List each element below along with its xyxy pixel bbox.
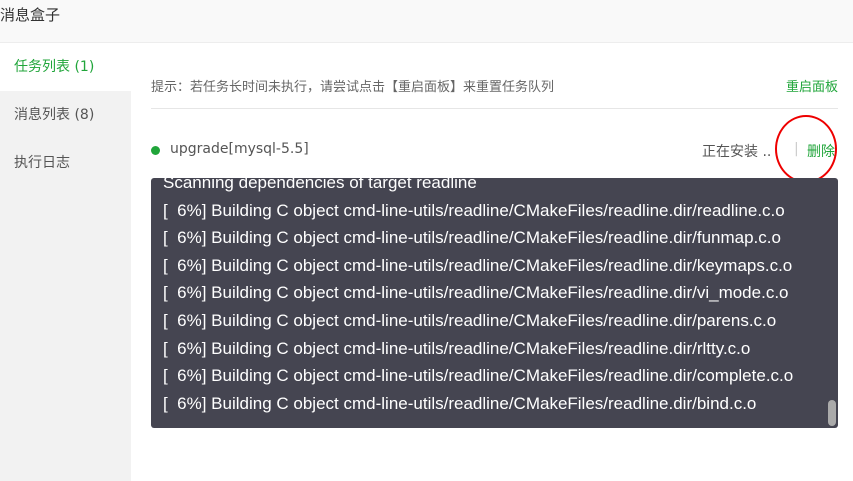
console-line: [ 6%] Building C object cmd-line-utils/r… <box>163 393 757 413</box>
sidebar: 任务列表 (1) 消息列表 (8) 执行日志 <box>0 43 131 481</box>
restart-panel-link[interactable]: 重启面板 <box>786 76 838 95</box>
sidebar-item-execution-log[interactable]: 执行日志 <box>0 139 131 187</box>
task-name: upgrade[mysql-5.5] <box>170 141 309 157</box>
install-log-console[interactable]: Scanning dependencies of target readline… <box>151 178 838 428</box>
console-lines: Scanning dependencies of target readline… <box>163 178 818 417</box>
console-line: [ 6%] Building C object cmd-line-utils/r… <box>163 200 785 220</box>
console-line: [ 6%] Building C object cmd-line-utils/r… <box>163 255 793 275</box>
status-dot-icon <box>151 146 160 155</box>
window-title: 消息盒子 <box>0 6 61 24</box>
console-line: [ 6%] Building C object cmd-line-utils/r… <box>163 228 781 248</box>
delete-task-link[interactable]: 删除 <box>807 141 835 161</box>
tip-text: 提示：若任务长时间未执行，请尝试点击【重启面板】来重置任务队列 <box>151 80 555 95</box>
console-line: [ 6%] Building C object cmd-line-utils/r… <box>163 310 777 330</box>
console-scrollbar[interactable] <box>828 400 836 426</box>
separator: | <box>794 141 799 157</box>
sidebar-item-message-list[interactable]: 消息列表 (8) <box>0 91 131 139</box>
divider <box>151 108 838 109</box>
title-bar: 消息盒子 <box>0 0 853 43</box>
console-line: [ 6%] Building C object cmd-line-utils/r… <box>163 283 789 303</box>
task-status: 正在安装 .. <box>702 144 772 160</box>
console-line: [ 6%] Building C object cmd-line-utils/r… <box>163 338 751 358</box>
sidebar-item-task-list[interactable]: 任务列表 (1) <box>0 43 131 91</box>
console-line: Scanning dependencies of target readline <box>163 178 477 192</box>
console-line: [ 6%] Building C object cmd-line-utils/r… <box>163 366 794 386</box>
